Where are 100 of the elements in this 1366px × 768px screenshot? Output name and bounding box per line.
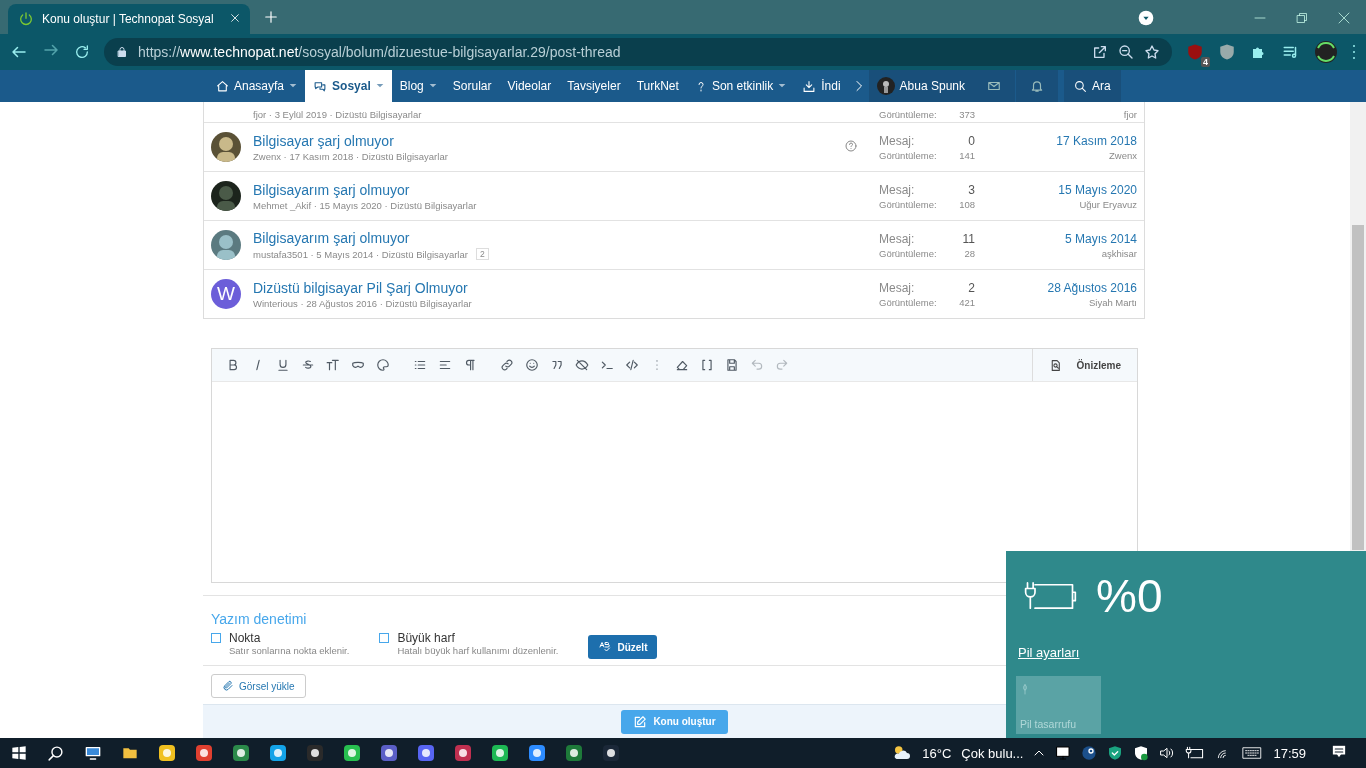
- app-icon[interactable]: [305, 744, 324, 762]
- checkbox[interactable]: [211, 633, 221, 643]
- kebab-menu-icon[interactable]: [1352, 44, 1356, 60]
- search-button[interactable]: Ara: [1064, 70, 1121, 102]
- battery-settings-link[interactable]: Pil ayarları: [1018, 645, 1080, 660]
- code-icon[interactable]: [625, 358, 639, 372]
- paperclip-icon: [222, 680, 234, 692]
- user-menu[interactable]: Abua Spunk: [868, 70, 973, 102]
- nav-tab[interactable]: İndi: [794, 70, 849, 102]
- home-icon[interactable]: [216, 79, 229, 93]
- reload-icon[interactable]: [74, 44, 90, 60]
- caret-icon[interactable]: [428, 82, 437, 90]
- page-link[interactable]: 2: [475, 248, 489, 260]
- shield-icon[interactable]: [1133, 745, 1150, 761]
- link-icon[interactable]: [500, 358, 514, 372]
- strikethrough-icon[interactable]: [301, 358, 315, 372]
- app-icon[interactable]: [564, 744, 583, 762]
- mail-icon[interactable]: [987, 79, 1001, 93]
- battery-plug-icon[interactable]: [1185, 746, 1206, 760]
- clock[interactable]: 17:59: [1273, 745, 1306, 761]
- nav-tab[interactable]: Anasayfa: [208, 70, 306, 102]
- plus-icon[interactable]: [264, 10, 278, 24]
- align-icon[interactable]: [438, 358, 452, 372]
- nav-tab[interactable]: TurkNet: [628, 70, 687, 102]
- chat-icon[interactable]: [313, 79, 328, 93]
- nav-tab[interactable]: Sorular: [444, 70, 500, 102]
- app-icon[interactable]: [601, 744, 620, 762]
- app-icon[interactable]: [527, 744, 546, 762]
- bell-icon[interactable]: [1030, 79, 1044, 93]
- caret-icon[interactable]: [375, 82, 384, 90]
- open-external-icon[interactable]: [1092, 44, 1108, 60]
- save-icon[interactable]: [725, 358, 739, 372]
- thread-title[interactable]: Bilgisayarım şarj olmuyor: [253, 181, 867, 198]
- last-post-date[interactable]: 15 Mayıs 2020: [1058, 182, 1137, 197]
- replies-count: 3: [967, 182, 975, 197]
- last-post-date[interactable]: 28 Ağustos 2016: [1047, 280, 1137, 295]
- shield-check-icon[interactable]: [1107, 745, 1124, 761]
- app-icon[interactable]: [194, 744, 213, 762]
- thread-title[interactable]: Dizüstü bilgisayar Pil Şarj Olmuyor: [253, 279, 867, 296]
- views-count: 28: [963, 247, 975, 259]
- speaker-icon[interactable]: [1159, 745, 1176, 761]
- replies-count: 11: [962, 231, 975, 246]
- app-icon[interactable]: [379, 744, 398, 762]
- thread-title[interactable]: Bilgisayarım şarj olmuyor: [253, 230, 867, 246]
- nav-tab[interactable]: Tavsiyeler: [559, 70, 629, 102]
- hidden-eye-icon[interactable]: [575, 358, 589, 372]
- profile-avatar[interactable]: [1314, 40, 1338, 64]
- monitor-icon[interactable]: [83, 745, 102, 761]
- upload-button[interactable]: Görsel yükle: [211, 674, 306, 698]
- last-poster: fjor: [1123, 109, 1137, 120]
- thread-title[interactable]: Bilgisayar şarj olmuyor: [253, 132, 833, 149]
- folder-icon[interactable]: [120, 745, 139, 761]
- monitor-icon[interactable]: [1055, 745, 1072, 761]
- nav-tab[interactable]: Blog: [391, 70, 445, 102]
- close-icon[interactable]: [1338, 12, 1350, 24]
- paragraph-icon[interactable]: [463, 358, 477, 372]
- checkbox[interactable]: [379, 633, 390, 643]
- app-icon[interactable]: [453, 744, 472, 762]
- last-poster: Siyah Martı: [1088, 296, 1137, 308]
- bold-icon[interactable]: [226, 358, 240, 372]
- last-post-date[interactable]: 17 Kasım 2018: [1056, 133, 1137, 148]
- list-icon[interactable]: [413, 358, 427, 372]
- notification-icon[interactable]: [1330, 742, 1348, 761]
- app-icon[interactable]: [342, 744, 361, 762]
- brackets-icon[interactable]: [700, 358, 714, 372]
- palette-icon[interactable]: [376, 358, 390, 372]
- browser-tab[interactable]: Konu oluştur | Technopat Sosyal: [8, 4, 250, 34]
- eraser-icon[interactable]: [675, 358, 689, 372]
- battery-plug-icon: [1022, 581, 1078, 611]
- restore-icon[interactable]: [1296, 12, 1308, 24]
- caret-icon[interactable]: [289, 82, 298, 90]
- app-icon[interactable]: [416, 744, 435, 762]
- leaf-icon: [1020, 682, 1030, 696]
- smiley-icon[interactable]: [525, 358, 539, 372]
- nav-tab[interactable]: Son etkinlik: [686, 70, 795, 102]
- option-hint: Hatalı büyük harf kullanımı düzenlenir.: [397, 645, 559, 656]
- underline-icon[interactable]: [276, 358, 290, 372]
- spellcheck-icon: [598, 641, 613, 653]
- last-post-date[interactable]: 5 Mayıs 2014: [1064, 231, 1137, 246]
- windows-icon[interactable]: [10, 745, 27, 761]
- caret-icon[interactable]: [778, 82, 787, 90]
- dropdown-circle-icon[interactable]: [1138, 10, 1154, 26]
- zoom-out-icon[interactable]: [1118, 44, 1134, 60]
- terminal-icon[interactable]: [600, 358, 614, 372]
- question-icon: [845, 140, 857, 152]
- keyboard-icon[interactable]: [1241, 746, 1264, 760]
- nav-tab[interactable]: Sosyal: [305, 70, 392, 102]
- fix-button[interactable]: Düzelt: [588, 635, 658, 659]
- text-size-icon[interactable]: [326, 358, 340, 372]
- app-icon[interactable]: [490, 744, 509, 762]
- star-icon[interactable]: [1144, 44, 1160, 60]
- nav-tab[interactable]: Videolar: [499, 70, 560, 102]
- replies-label: Mesaj:: [879, 182, 916, 197]
- address-bar[interactable]: https://www.technopat.net/sosyal/bolum/dizuestue-bilgisayarlar.29/post-thread: [104, 38, 1172, 66]
- app-icon[interactable]: [268, 744, 287, 762]
- app-icon[interactable]: [157, 744, 176, 762]
- app-icon[interactable]: [231, 744, 250, 762]
- quote-icon[interactable]: [550, 358, 564, 372]
- search-icon[interactable]: [47, 744, 64, 762]
- download-icon[interactable]: [802, 79, 817, 93]
